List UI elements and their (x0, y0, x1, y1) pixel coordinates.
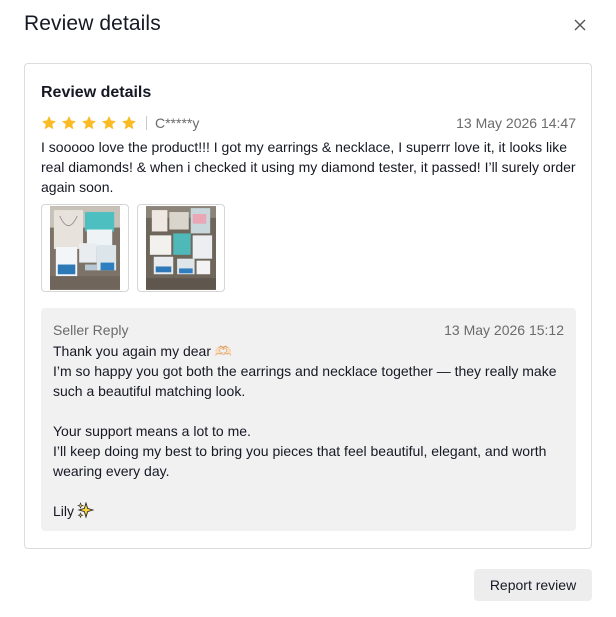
seller-reply-date: 13 May 2026 15:12 (444, 322, 564, 338)
review-card-title: Review details (41, 84, 152, 101)
report-review-button[interactable]: Report review (474, 569, 592, 601)
seller-reply-header: Seller Reply 13 May 2026 15:12 (53, 321, 564, 339)
review-photo-2[interactable] (146, 205, 216, 291)
star-icon (62, 116, 76, 130)
star-rating (41, 115, 137, 131)
close-button[interactable] (569, 14, 591, 36)
star-icon (122, 116, 136, 130)
review-text: I sooooo love the product!!! I got my ea… (41, 139, 576, 195)
reply-line: I’ll keep doing my best to bring you pie… (53, 443, 547, 479)
reply-line: Your support means a lot to me. (53, 423, 251, 439)
reviewer-name: C*****y (155, 115, 200, 131)
reply-line (53, 481, 564, 501)
sparkles-icon (77, 502, 95, 519)
review-date: 13 May 2026 14:47 (456, 115, 576, 131)
reply-line (53, 401, 564, 421)
review-photos (41, 204, 225, 292)
modal-title: Review details (24, 12, 161, 35)
seller-reply-body: Thank you again my dear 🫶🏻 I’m so happy … (53, 341, 564, 521)
reply-signature-line: Lily (53, 501, 564, 521)
star-icon (102, 116, 116, 130)
divider (146, 116, 147, 130)
rating-row: C*****y 13 May 2026 14:47 (41, 114, 576, 132)
close-icon[interactable] (574, 19, 586, 31)
review-card: Review details C*****y 13 May 2026 14:47… (24, 63, 592, 549)
review-photo-1[interactable] (50, 205, 120, 291)
seller-reply-label: Seller Reply (53, 322, 129, 338)
star-icon (82, 116, 96, 130)
reply-signature: Lily (53, 503, 75, 519)
seller-reply: Seller Reply 13 May 2026 15:12 Thank you… (41, 308, 576, 531)
reply-line: I’m so happy you got both the earrings a… (53, 363, 557, 399)
star-icon (42, 116, 56, 130)
reply-line: Thank you again my dear 🫶🏻 (53, 343, 233, 359)
review-photo-thumb[interactable] (41, 204, 129, 292)
review-photo-thumb[interactable] (137, 204, 225, 292)
